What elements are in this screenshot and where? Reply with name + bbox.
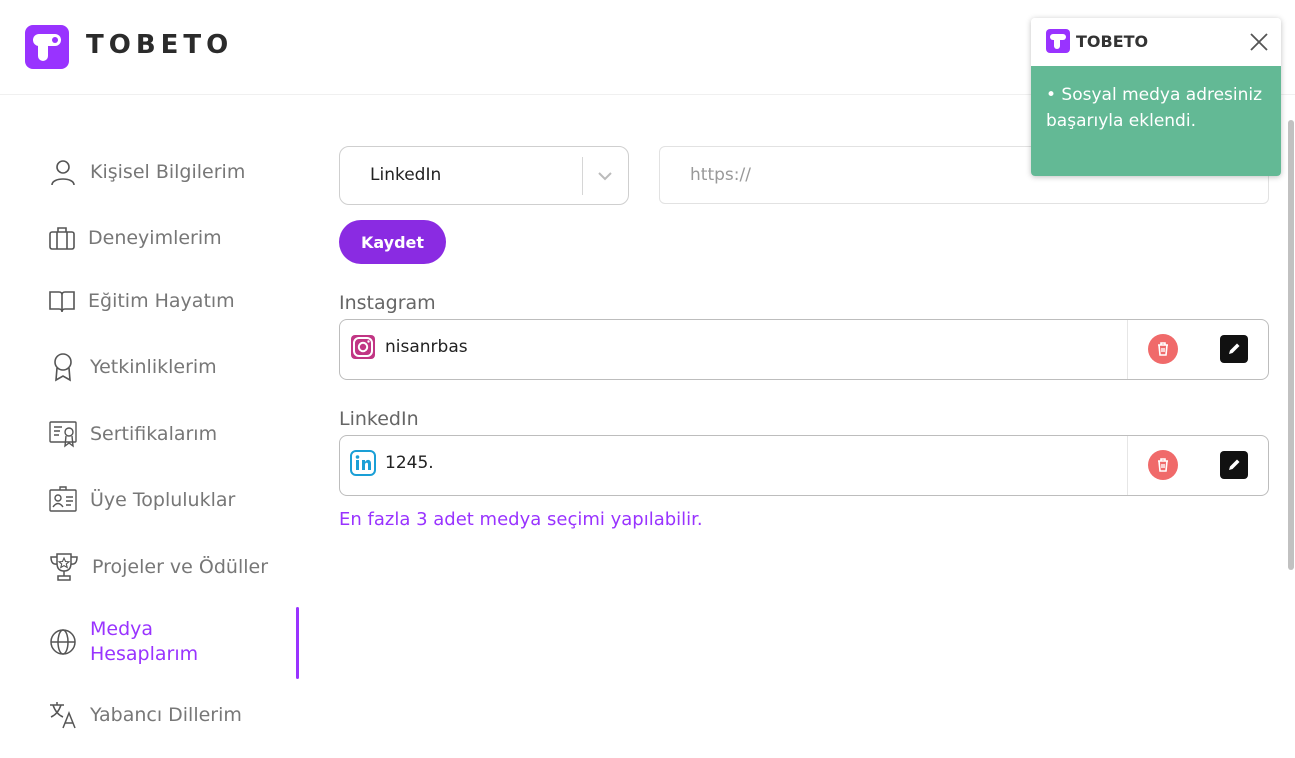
sidebar-item-label: Yetkinliklerim (90, 355, 217, 378)
sidebar-item-certificates[interactable]: Sertifikalarım (48, 420, 298, 448)
sidebar-item-label: Kişisel Bilgilerim (90, 160, 246, 183)
sidebar-item-communities[interactable]: Üye Topluluklar (48, 486, 298, 514)
pencil-icon (1229, 459, 1240, 470)
sidebar-item-languages[interactable]: Yabancı Dillerim (48, 700, 298, 730)
trophy-icon (50, 553, 78, 581)
sidebar-item-label: Projeler ve Ödüller (92, 555, 269, 578)
briefcase-icon (49, 227, 75, 250)
toast-message: • Sosyal medya adresiniz başarıyla eklen… (1031, 66, 1281, 176)
close-icon[interactable] (1247, 30, 1271, 54)
certificate-icon (49, 421, 77, 448)
platform-select[interactable]: LinkedIn (339, 146, 629, 205)
translate-icon (50, 702, 76, 729)
media-label-instagram: Instagram (339, 292, 436, 314)
scrollbar-thumb[interactable] (1288, 120, 1294, 570)
sidebar-item-label: Üye Topluluklar (90, 488, 236, 511)
sidebar-item-label: Yabancı Dillerim (90, 703, 242, 726)
sidebar-item-label: Deneyimlerim (88, 226, 222, 249)
sidebar-item-label: Medya Hesaplarım (90, 618, 199, 665)
brand-name[interactable]: TOBETO (86, 30, 233, 60)
sidebar-item-personal-info[interactable]: Kişisel Bilgilerim (48, 157, 298, 187)
sidebar-item-media-accounts[interactable]: Medya Hesaplarım (48, 617, 298, 667)
delete-button[interactable] (1148, 334, 1178, 364)
media-row-instagram: nisanrbas (339, 319, 1269, 380)
media-field-linkedin[interactable]: 1245. (340, 436, 1128, 495)
delete-button[interactable] (1148, 450, 1178, 480)
media-value-linkedin: 1245. (385, 453, 434, 473)
tobeto-logo-icon (1046, 29, 1070, 53)
sidebar-item-competencies[interactable]: Yetkinliklerim (48, 351, 298, 383)
sidebar-item-label: Sertifikalarım (90, 422, 218, 445)
active-indicator (296, 607, 299, 679)
award-icon (54, 353, 72, 382)
sidebar-item-projects-awards[interactable]: Projeler ve Ödüller (48, 551, 298, 583)
instagram-icon (351, 335, 375, 359)
tobeto-logo-icon[interactable] (25, 25, 69, 69)
globe-icon (50, 629, 76, 655)
sidebar-item-label: Eğitim Hayatım (88, 289, 235, 312)
sidebar-item-experiences[interactable]: Deneyimlerim (48, 224, 298, 252)
trash-icon (1158, 342, 1168, 356)
trash-icon (1158, 458, 1168, 472)
user-icon (51, 160, 75, 186)
platform-select-value: LinkedIn (370, 165, 442, 185)
media-value-instagram: nisanrbas (385, 337, 468, 357)
media-field-instagram[interactable]: nisanrbas (340, 320, 1128, 379)
linkedin-icon (350, 450, 376, 476)
edit-button[interactable] (1220, 335, 1248, 363)
save-button[interactable]: Kaydet (339, 220, 446, 264)
id-card-icon (49, 486, 77, 512)
media-row-linkedin: 1245. (339, 435, 1269, 496)
edit-button[interactable] (1220, 451, 1248, 479)
book-icon (49, 291, 75, 313)
toast-title: TOBETO (1076, 32, 1149, 51)
media-label-linkedin: LinkedIn (339, 408, 419, 430)
toast-notification: TOBETO • Sosyal medya adresiniz başarıyl… (1031, 18, 1281, 176)
toast-header: TOBETO (1031, 18, 1281, 66)
chevron-down-icon[interactable] (596, 167, 614, 185)
pencil-icon (1229, 343, 1240, 354)
sidebar-item-education[interactable]: Eğitim Hayatım (48, 287, 298, 315)
media-limit-note: En fazla 3 adet medya seçimi yapılabilir… (339, 509, 703, 530)
